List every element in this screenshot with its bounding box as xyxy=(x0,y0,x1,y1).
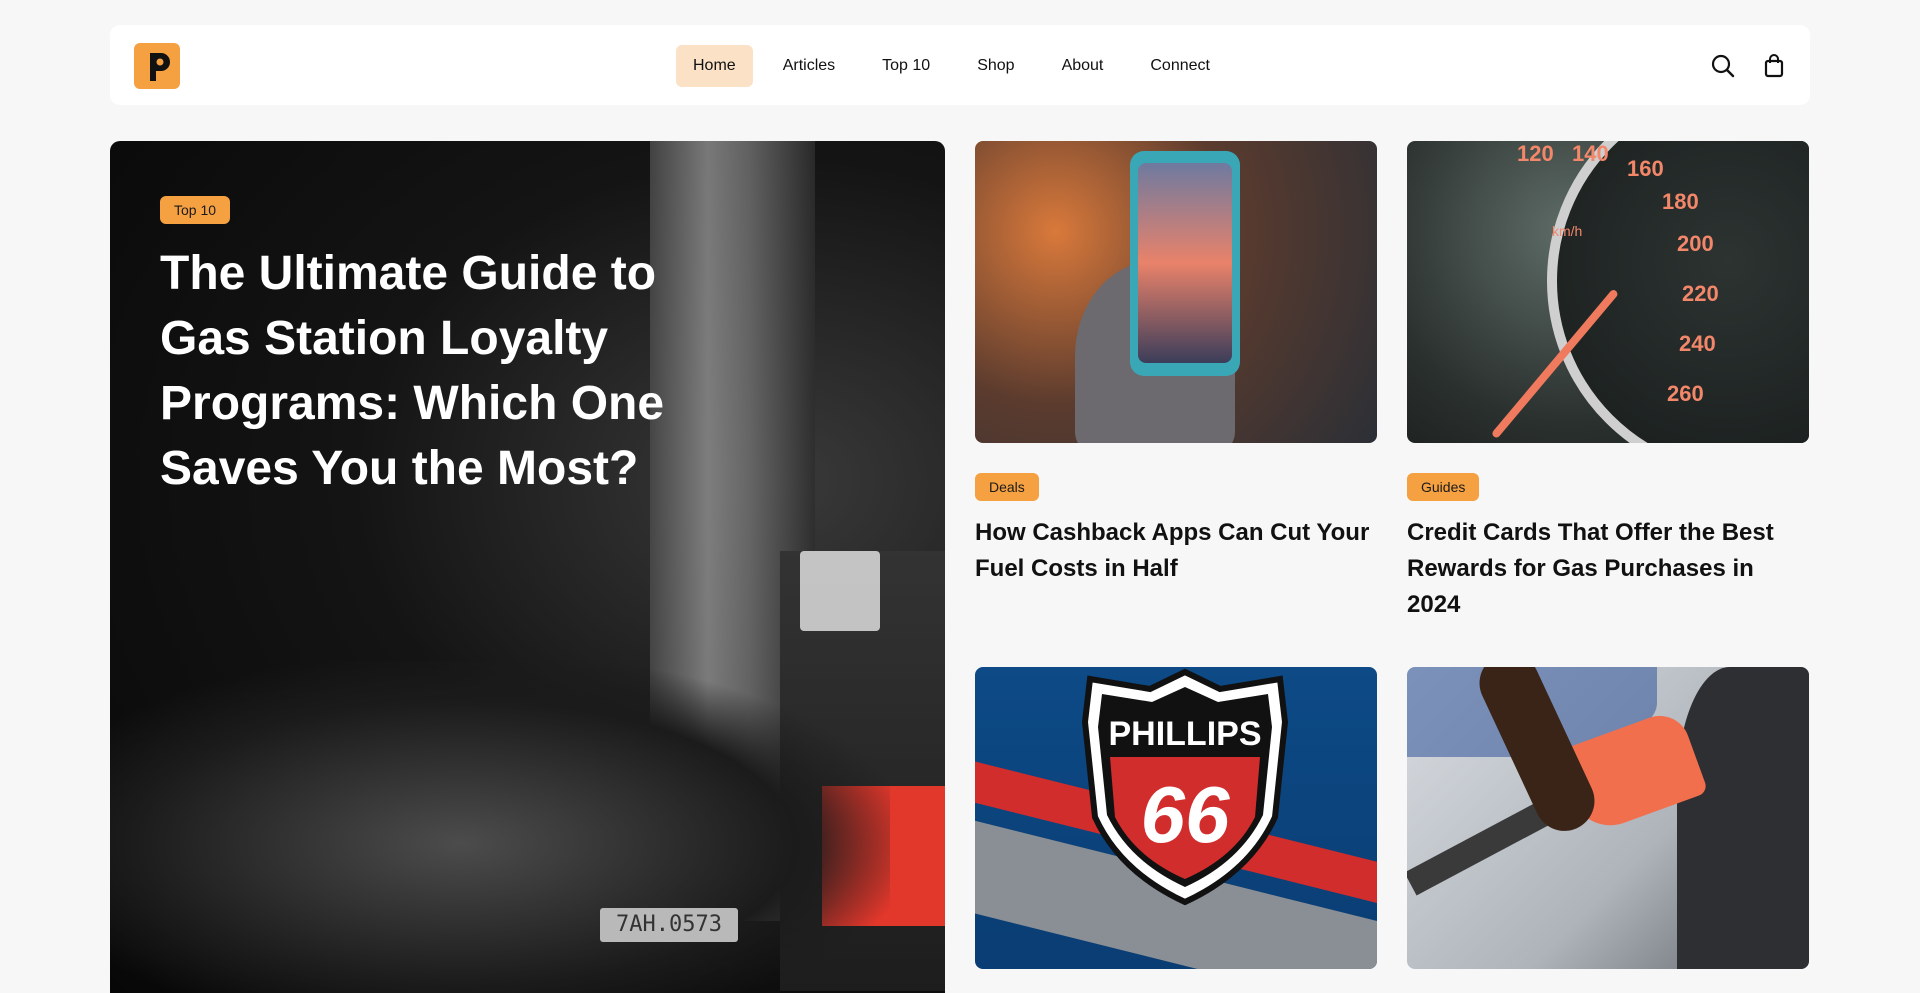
search-button[interactable] xyxy=(1710,53,1736,79)
p-logo-icon xyxy=(150,53,170,81)
nav-item-articles[interactable]: Articles xyxy=(766,45,852,87)
license-plate: 7AH.0573 xyxy=(600,908,738,942)
article-card[interactable]: 120 140 160 180 200 220 240 260 km/h Gui… xyxy=(1407,141,1809,623)
speedo-mark: 160 xyxy=(1627,156,1664,181)
hero-image-pump-screen xyxy=(800,551,880,631)
article-title[interactable]: Credit Cards That Offer the Best Rewards… xyxy=(1407,515,1809,623)
nav-item-home[interactable]: Home xyxy=(676,45,753,87)
shopping-bag-icon xyxy=(1764,54,1784,78)
category-badge[interactable]: Deals xyxy=(975,473,1039,501)
speedo-mark: 120 xyxy=(1517,141,1554,166)
nav-item-top-10[interactable]: Top 10 xyxy=(865,45,947,87)
hero-category-badge[interactable]: Top 10 xyxy=(160,196,231,224)
hero-image-car xyxy=(110,661,890,993)
speedo-mark: 200 xyxy=(1677,231,1714,256)
site-header: Home Articles Top 10 Shop About Connect xyxy=(110,25,1810,105)
article-thumbnail[interactable]: 120 140 160 180 200 220 240 260 km/h xyxy=(1407,141,1809,443)
search-icon xyxy=(1711,54,1735,78)
article-thumbnail[interactable] xyxy=(975,141,1377,443)
logo[interactable] xyxy=(134,43,180,89)
speedo-mark: 240 xyxy=(1679,331,1716,356)
speedo-mark: 260 xyxy=(1667,381,1704,406)
nav-item-shop[interactable]: Shop xyxy=(960,45,1031,87)
article-card[interactable]: PHILLIPS 66 xyxy=(975,667,1377,983)
featured-article[interactable]: 7AH.0573 Top 10 The Ultimate Guide to Ga… xyxy=(110,141,945,993)
phillips-logo-line2: 66 xyxy=(1141,770,1230,859)
hero-title[interactable]: The Ultimate Guide to Gas Station Loyalt… xyxy=(160,241,720,501)
thumb-phone-screen xyxy=(1138,163,1232,363)
article-card[interactable] xyxy=(1407,667,1809,983)
nav-item-about[interactable]: About xyxy=(1045,45,1121,87)
speedo-mark: 180 xyxy=(1662,189,1699,214)
article-card[interactable]: Deals How Cashback Apps Can Cut Your Fue… xyxy=(975,141,1377,587)
phillips-logo-line1: PHILLIPS xyxy=(1108,715,1261,753)
speedo-unit: km/h xyxy=(1552,223,1583,239)
article-title[interactable]: How Cashback Apps Can Cut Your Fuel Cost… xyxy=(975,515,1377,587)
article-thumbnail[interactable] xyxy=(1407,667,1809,969)
phillips-66-logo: PHILLIPS 66 xyxy=(1081,668,1289,906)
nav-item-connect[interactable]: Connect xyxy=(1133,45,1227,87)
thumb-car-shape xyxy=(1677,667,1809,969)
cart-button[interactable] xyxy=(1761,53,1787,79)
category-badge[interactable]: Guides xyxy=(1407,473,1480,501)
speedo-mark: 220 xyxy=(1682,281,1719,306)
main-nav: Home Articles Top 10 Shop About Connect xyxy=(676,45,1240,87)
speedo-mark: 140 xyxy=(1572,141,1609,166)
article-thumbnail[interactable]: PHILLIPS 66 xyxy=(975,667,1377,969)
